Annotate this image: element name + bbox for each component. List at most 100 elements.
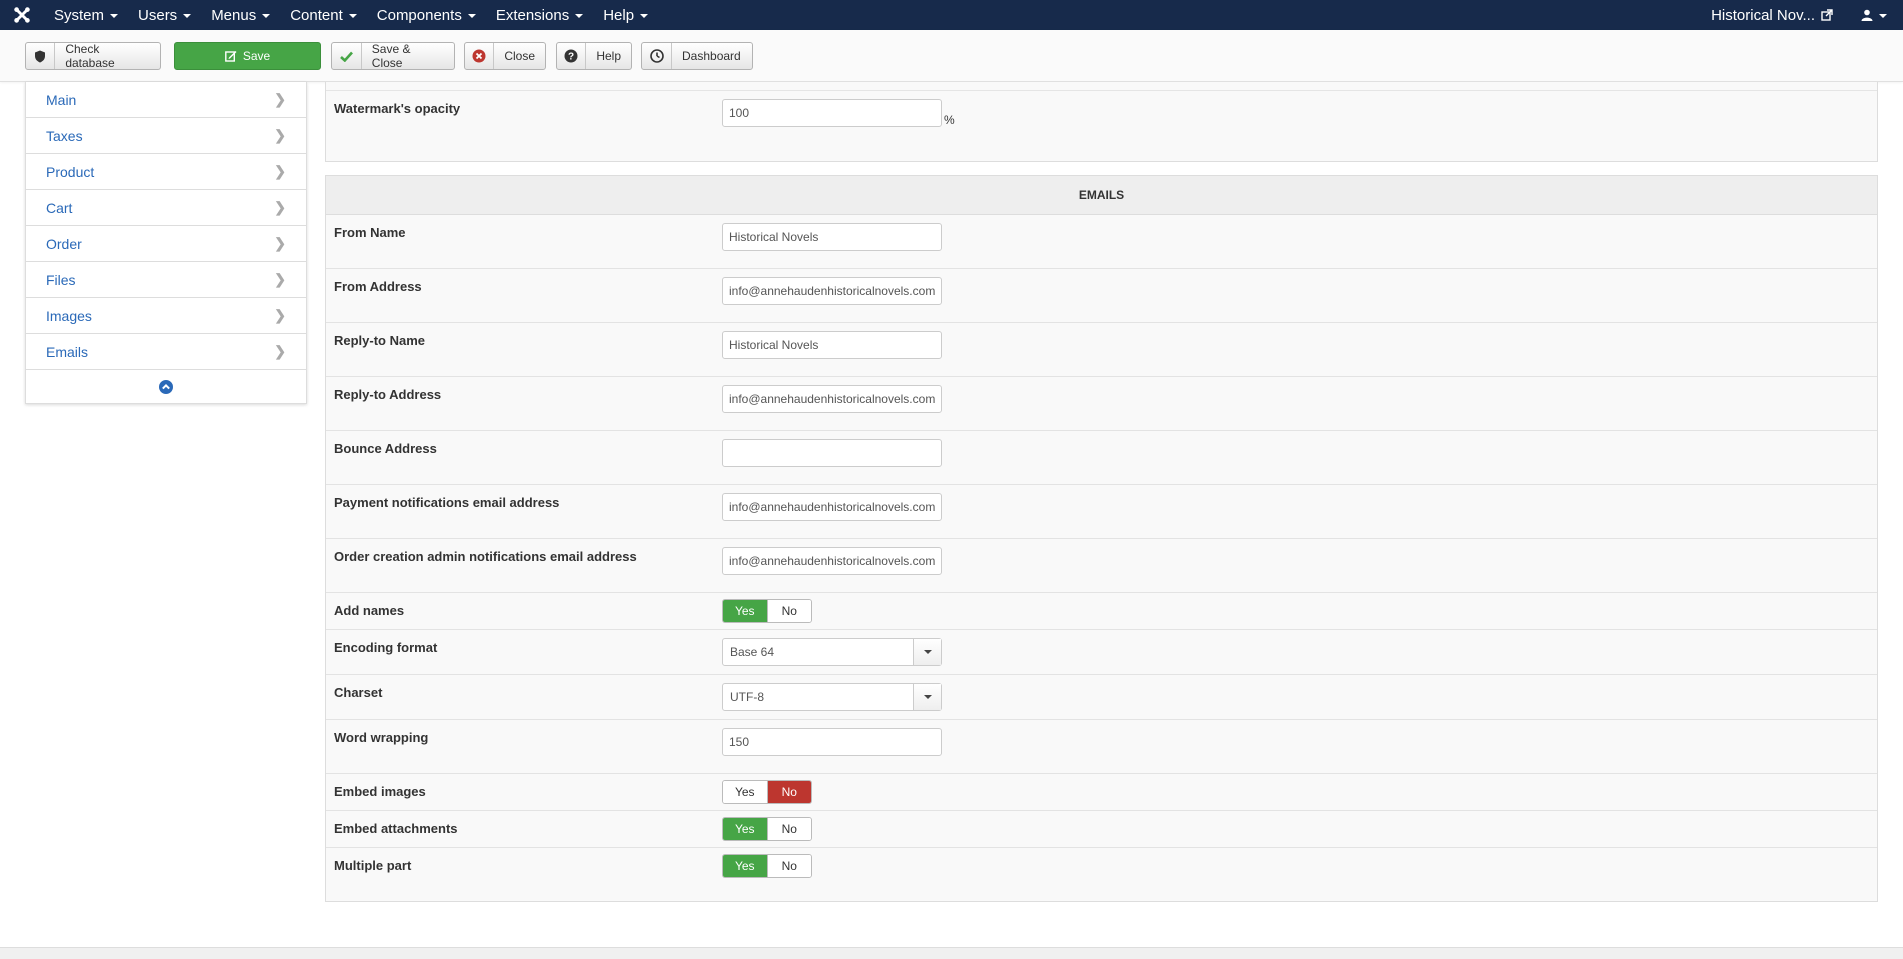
caret-down-icon [914, 639, 941, 665]
menu-system[interactable]: System [44, 0, 128, 30]
close-label: Close [504, 49, 535, 63]
user-menu[interactable] [1861, 9, 1887, 21]
caret-down-icon [467, 14, 476, 18]
reply-to-address-input[interactable]: info@annehaudenhistoricalnovels.com [722, 385, 942, 413]
question-icon: ? [557, 43, 587, 69]
sidebar-item-cart[interactable]: Cart ❯ [26, 190, 306, 226]
top-navbar: System Users Menus Content Components Ex… [0, 0, 1903, 30]
caret-down-icon [262, 14, 271, 18]
word-wrapping-label: Word wrapping [334, 730, 429, 745]
reply-to-address-label: Reply-to Address [334, 387, 442, 402]
help-label: Help [596, 49, 621, 63]
site-name: Historical Nov... [1711, 6, 1815, 24]
edit-icon [224, 51, 237, 62]
payment-notifications-input[interactable]: info@annehaudenhistoricalnovels.com [722, 493, 942, 521]
dashboard-icon [642, 43, 672, 69]
add-names-no-button[interactable]: No [766, 600, 811, 622]
sidebar-item-label: Cart [46, 199, 73, 216]
embed-images-toggle: Yes No [722, 780, 812, 804]
embed-images-yes-button[interactable]: Yes [723, 781, 767, 803]
encoding-format-row: Encoding format Base 64 [326, 630, 1877, 675]
chevron-right-icon: ❯ [274, 271, 286, 287]
check-icon [332, 43, 362, 69]
sidebar-item-emails[interactable]: Emails ❯ [26, 334, 306, 370]
reply-to-name-row: Reply-to Name Historical Novels [326, 323, 1877, 377]
sidebar-item-files[interactable]: Files ❯ [26, 262, 306, 298]
close-button[interactable]: Close [464, 42, 546, 70]
save-close-button[interactable]: Save & Close [331, 42, 455, 70]
sidebar-item-label: Taxes [46, 127, 83, 144]
from-address-row: From Address info@annehaudenhistoricalno… [326, 269, 1877, 323]
from-name-label: From Name [334, 225, 406, 240]
charset-row: Charset UTF-8 [326, 675, 1877, 720]
chevron-right-icon: ❯ [274, 307, 286, 323]
order-admin-notifications-label: Order creation admin notifications email… [334, 549, 637, 564]
sidebar-item-label: Product [46, 163, 95, 180]
multiple-part-no-button[interactable]: No [766, 855, 811, 877]
reply-to-address-row: Reply-to Address info@annehaudenhistoric… [326, 377, 1877, 431]
add-names-label: Add names [334, 603, 405, 618]
encoding-format-select[interactable]: Base 64 [722, 638, 942, 666]
embed-images-row: Embed images Yes No [326, 774, 1877, 811]
bounce-address-input[interactable] [722, 439, 942, 467]
word-wrapping-row: Word wrapping 150 [326, 720, 1877, 774]
sidebar-item-images[interactable]: Images ❯ [26, 298, 306, 334]
config-sidebar: Main ❯ Taxes ❯ Product ❯ Cart ❯ Order ❯ Files… [25, 82, 307, 404]
from-name-input[interactable]: Historical Novels [722, 223, 942, 251]
menu-components[interactable]: Components [367, 0, 486, 30]
check-database-button[interactable]: Check database [25, 42, 161, 70]
joomla-logo-icon[interactable] [0, 0, 44, 30]
sidebar-item-product[interactable]: Product ❯ [26, 154, 306, 190]
menu-menus[interactable]: Menus [201, 0, 280, 30]
payment-notifications-label: Payment notifications email address [334, 495, 560, 510]
sidebar-item-order[interactable]: Order ❯ [26, 226, 306, 262]
chevron-right-icon: ❯ [274, 127, 286, 143]
emails-heading: EMAILS [326, 176, 1877, 215]
watermark-panel: Watermark's opacity 100 % [325, 82, 1878, 162]
site-link[interactable]: Historical Nov... [1711, 7, 1833, 24]
multiple-part-yes-button[interactable]: Yes [723, 855, 767, 877]
user-icon [1861, 9, 1873, 21]
multiple-part-row: Multiple part Yes No [326, 848, 1877, 903]
chevron-right-icon: ❯ [274, 235, 286, 251]
caret-down-icon [914, 684, 941, 710]
embed-attachments-yes-button[interactable]: Yes [723, 818, 767, 840]
payment-notifications-row: Payment notifications email address info… [326, 485, 1877, 539]
from-name-row: From Name Historical Novels [326, 215, 1877, 269]
add-names-yes-button[interactable]: Yes [723, 600, 767, 622]
sidebar-item-main[interactable]: Main ❯ [26, 82, 306, 118]
word-wrapping-input[interactable]: 150 [722, 728, 942, 756]
watermark-unit: % [944, 113, 955, 127]
sidebar-collapse-button[interactable] [26, 370, 306, 404]
from-address-label: From Address [334, 279, 422, 294]
order-admin-notifications-input[interactable]: info@annehaudenhistoricalnovels.com [722, 547, 942, 575]
embed-images-no-button[interactable]: No [766, 781, 811, 803]
from-address-input[interactable]: info@annehaudenhistoricalnovels.com [722, 277, 942, 305]
bounce-address-label: Bounce Address [334, 441, 437, 456]
menu-components-label: Components [376, 6, 462, 24]
encoding-format-label: Encoding format [334, 640, 438, 655]
menu-help[interactable]: Help [593, 0, 658, 30]
close-icon [465, 43, 495, 69]
menu-users[interactable]: Users [128, 0, 201, 30]
chevron-right-icon: ❯ [274, 199, 286, 215]
caret-down-icon [1879, 14, 1887, 18]
sidebar-item-label: Main [46, 91, 77, 108]
sidebar-item-label: Files [46, 271, 76, 288]
dashboard-button[interactable]: Dashboard [641, 42, 753, 70]
embed-attachments-toggle: Yes No [722, 817, 812, 841]
chevron-right-icon: ❯ [274, 343, 286, 359]
menu-system-label: System [54, 6, 105, 24]
charset-select[interactable]: UTF-8 [722, 683, 942, 711]
bounce-address-row: Bounce Address [326, 431, 1877, 485]
help-button[interactable]: ? Help [556, 42, 632, 70]
sidebar-item-taxes[interactable]: Taxes ❯ [26, 118, 306, 154]
watermark-opacity-input[interactable]: 100 [722, 99, 942, 127]
chevron-right-icon: ❯ [274, 91, 286, 107]
reply-to-name-input[interactable]: Historical Novels [722, 331, 942, 359]
save-button[interactable]: Save [174, 42, 321, 70]
embed-attachments-no-button[interactable]: No [766, 818, 811, 840]
menu-content[interactable]: Content [280, 0, 367, 30]
menu-extensions[interactable]: Extensions [486, 0, 593, 30]
chevron-up-circle-icon [159, 380, 173, 394]
